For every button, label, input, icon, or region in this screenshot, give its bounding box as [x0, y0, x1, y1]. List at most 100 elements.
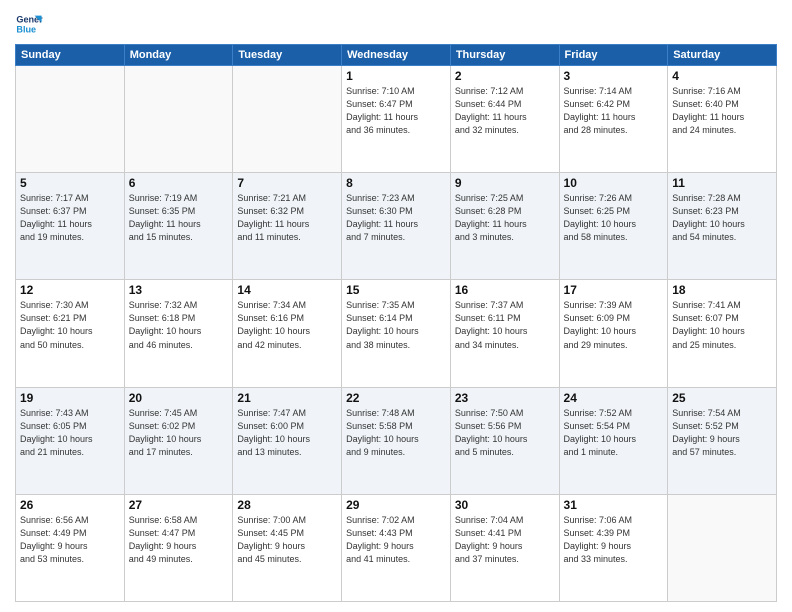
- day-number: 21: [237, 391, 337, 405]
- calendar-cell: 26Sunrise: 6:56 AMSunset: 4:49 PMDayligh…: [16, 494, 125, 601]
- day-info: Sunrise: 7:14 AMSunset: 6:42 PMDaylight:…: [564, 85, 664, 137]
- weekday-header: Thursday: [450, 45, 559, 66]
- day-info: Sunrise: 7:41 AMSunset: 6:07 PMDaylight:…: [672, 299, 772, 351]
- day-number: 18: [672, 283, 772, 297]
- weekday-header: Wednesday: [342, 45, 451, 66]
- calendar-cell: 29 Sunrise: 7:02 AMSunset: 4:43 PMDayligh…: [342, 494, 451, 601]
- calendar-cell: 30 Sunrise: 7:04 AMSunset: 4:41 PMDayligh…: [450, 494, 559, 601]
- day-number: 30: [455, 498, 555, 512]
- calendar-cell: [124, 66, 233, 173]
- weekday-header: Monday: [124, 45, 233, 66]
- calendar-cell: [16, 66, 125, 173]
- day-info: Sunrise: 7:06 AMSunset: 4:39 PMDaylight:…: [564, 514, 664, 566]
- calendar-cell: 7 Sunrise: 7:21 AMSunset: 6:32 PMDaylight…: [233, 173, 342, 280]
- calendar-cell: 6Sunrise: 7:19 AMSunset: 6:35 PMDaylight…: [124, 173, 233, 280]
- calendar-cell: 4 Sunrise: 7:16 AMSunset: 6:40 PMDaylight…: [668, 66, 777, 173]
- calendar-week-row: 5Sunrise: 7:17 AMSunset: 6:37 PMDaylight…: [16, 173, 777, 280]
- day-info: Sunrise: 7:47 AMSunset: 6:00 PMDaylight:…: [237, 407, 337, 459]
- calendar-cell: 23 Sunrise: 7:50 AMSunset: 5:56 PMDayligh…: [450, 387, 559, 494]
- day-number: 22: [346, 391, 446, 405]
- day-number: 27: [129, 498, 229, 512]
- weekday-header: Saturday: [668, 45, 777, 66]
- calendar-cell: 16 Sunrise: 7:37 AMSunset: 6:11 PMDayligh…: [450, 280, 559, 387]
- calendar-cell: 5Sunrise: 7:17 AMSunset: 6:37 PMDaylight…: [16, 173, 125, 280]
- day-number: 23: [455, 391, 555, 405]
- calendar-cell: 28Sunrise: 7:00 AMSunset: 4:45 PMDayligh…: [233, 494, 342, 601]
- calendar-cell: 25 Sunrise: 7:54 AMSunset: 5:52 PMDayligh…: [668, 387, 777, 494]
- day-number: 29: [346, 498, 446, 512]
- day-info: Sunrise: 7:32 AMSunset: 6:18 PMDaylight:…: [129, 299, 229, 351]
- day-info: Sunrise: 7:21 AMSunset: 6:32 PMDaylight:…: [237, 192, 337, 244]
- calendar-cell: 22 Sunrise: 7:48 AMSunset: 5:58 PMDayligh…: [342, 387, 451, 494]
- calendar-page: General Blue SundayMondayTuesdayWednesda…: [0, 0, 792, 612]
- calendar-cell: [668, 494, 777, 601]
- day-info: Sunrise: 7:50 AMSunset: 5:56 PMDaylight:…: [455, 407, 555, 459]
- day-info: Sunrise: 7:43 AMSunset: 6:05 PMDaylight:…: [20, 407, 120, 459]
- day-number: 7: [237, 176, 337, 190]
- calendar-week-row: 26Sunrise: 6:56 AMSunset: 4:49 PMDayligh…: [16, 494, 777, 601]
- day-number: 14: [237, 283, 337, 297]
- day-number: 8: [346, 176, 446, 190]
- day-number: 20: [129, 391, 229, 405]
- calendar-table: SundayMondayTuesdayWednesdayThursdayFrid…: [15, 44, 777, 602]
- day-number: 15: [346, 283, 446, 297]
- calendar-cell: 18 Sunrise: 7:41 AMSunset: 6:07 PMDayligh…: [668, 280, 777, 387]
- day-number: 13: [129, 283, 229, 297]
- calendar-cell: 13 Sunrise: 7:32 AMSunset: 6:18 PMDayligh…: [124, 280, 233, 387]
- calendar-cell: 1Sunrise: 7:10 AMSunset: 6:47 PMDaylight…: [342, 66, 451, 173]
- day-number: 25: [672, 391, 772, 405]
- day-info: Sunrise: 7:26 AMSunset: 6:25 PMDaylight:…: [564, 192, 664, 244]
- day-info: Sunrise: 7:52 AMSunset: 5:54 PMDaylight:…: [564, 407, 664, 459]
- day-number: 31: [564, 498, 664, 512]
- day-number: 11: [672, 176, 772, 190]
- logo: General Blue: [15, 10, 43, 38]
- calendar-cell: 12Sunrise: 7:30 AMSunset: 6:21 PMDayligh…: [16, 280, 125, 387]
- day-info: Sunrise: 7:35 AMSunset: 6:14 PMDaylight:…: [346, 299, 446, 351]
- day-info: Sunrise: 7:16 AMSunset: 6:40 PMDaylight:…: [672, 85, 772, 137]
- calendar-cell: 20 Sunrise: 7:45 AMSunset: 6:02 PMDayligh…: [124, 387, 233, 494]
- day-info: Sunrise: 7:23 AMSunset: 6:30 PMDaylight:…: [346, 192, 446, 244]
- day-number: 3: [564, 69, 664, 83]
- day-info: Sunrise: 7:02 AMSunset: 4:43 PMDaylight:…: [346, 514, 446, 566]
- day-info: Sunrise: 7:25 AMSunset: 6:28 PMDaylight:…: [455, 192, 555, 244]
- day-info: Sunrise: 7:37 AMSunset: 6:11 PMDaylight:…: [455, 299, 555, 351]
- weekday-header: Tuesday: [233, 45, 342, 66]
- day-info: Sunrise: 7:34 AMSunset: 6:16 PMDaylight:…: [237, 299, 337, 351]
- day-info: Sunrise: 6:56 AMSunset: 4:49 PMDaylight:…: [20, 514, 120, 566]
- day-number: 19: [20, 391, 120, 405]
- day-number: 2: [455, 69, 555, 83]
- day-info: Sunrise: 7:45 AMSunset: 6:02 PMDaylight:…: [129, 407, 229, 459]
- page-header: General Blue: [15, 10, 777, 38]
- calendar-cell: 2 Sunrise: 7:12 AMSunset: 6:44 PMDaylight…: [450, 66, 559, 173]
- calendar-cell: 27 Sunrise: 6:58 AMSunset: 4:47 PMDayligh…: [124, 494, 233, 601]
- day-info: Sunrise: 7:00 AMSunset: 4:45 PMDaylight:…: [237, 514, 337, 566]
- day-info: Sunrise: 7:28 AMSunset: 6:23 PMDaylight:…: [672, 192, 772, 244]
- calendar-cell: 11 Sunrise: 7:28 AMSunset: 6:23 PMDayligh…: [668, 173, 777, 280]
- day-info: Sunrise: 7:12 AMSunset: 6:44 PMDaylight:…: [455, 85, 555, 137]
- day-number: 6: [129, 176, 229, 190]
- day-number: 4: [672, 69, 772, 83]
- day-info: Sunrise: 6:58 AMSunset: 4:47 PMDaylight:…: [129, 514, 229, 566]
- calendar-cell: 3 Sunrise: 7:14 AMSunset: 6:42 PMDaylight…: [559, 66, 668, 173]
- day-info: Sunrise: 7:04 AMSunset: 4:41 PMDaylight:…: [455, 514, 555, 566]
- weekday-header-row: SundayMondayTuesdayWednesdayThursdayFrid…: [16, 45, 777, 66]
- weekday-header: Sunday: [16, 45, 125, 66]
- day-number: 12: [20, 283, 120, 297]
- day-number: 16: [455, 283, 555, 297]
- day-info: Sunrise: 7:10 AMSunset: 6:47 PMDaylight:…: [346, 85, 446, 137]
- calendar-cell: 24Sunrise: 7:52 AMSunset: 5:54 PMDayligh…: [559, 387, 668, 494]
- calendar-week-row: 1Sunrise: 7:10 AMSunset: 6:47 PMDaylight…: [16, 66, 777, 173]
- day-info: Sunrise: 7:48 AMSunset: 5:58 PMDaylight:…: [346, 407, 446, 459]
- calendar-cell: 9Sunrise: 7:25 AMSunset: 6:28 PMDaylight…: [450, 173, 559, 280]
- day-info: Sunrise: 7:54 AMSunset: 5:52 PMDaylight:…: [672, 407, 772, 459]
- calendar-week-row: 12Sunrise: 7:30 AMSunset: 6:21 PMDayligh…: [16, 280, 777, 387]
- calendar-cell: 19 Sunrise: 7:43 AMSunset: 6:05 PMDayligh…: [16, 387, 125, 494]
- svg-text:Blue: Blue: [16, 24, 36, 34]
- calendar-cell: 31 Sunrise: 7:06 AMSunset: 4:39 PMDayligh…: [559, 494, 668, 601]
- calendar-cell: 21 Sunrise: 7:47 AMSunset: 6:00 PMDayligh…: [233, 387, 342, 494]
- calendar-cell: 8 Sunrise: 7:23 AMSunset: 6:30 PMDaylight…: [342, 173, 451, 280]
- weekday-header: Friday: [559, 45, 668, 66]
- day-info: Sunrise: 7:17 AMSunset: 6:37 PMDaylight:…: [20, 192, 120, 244]
- logo-icon: General Blue: [15, 10, 43, 38]
- calendar-cell: 14 Sunrise: 7:34 AMSunset: 6:16 PMDayligh…: [233, 280, 342, 387]
